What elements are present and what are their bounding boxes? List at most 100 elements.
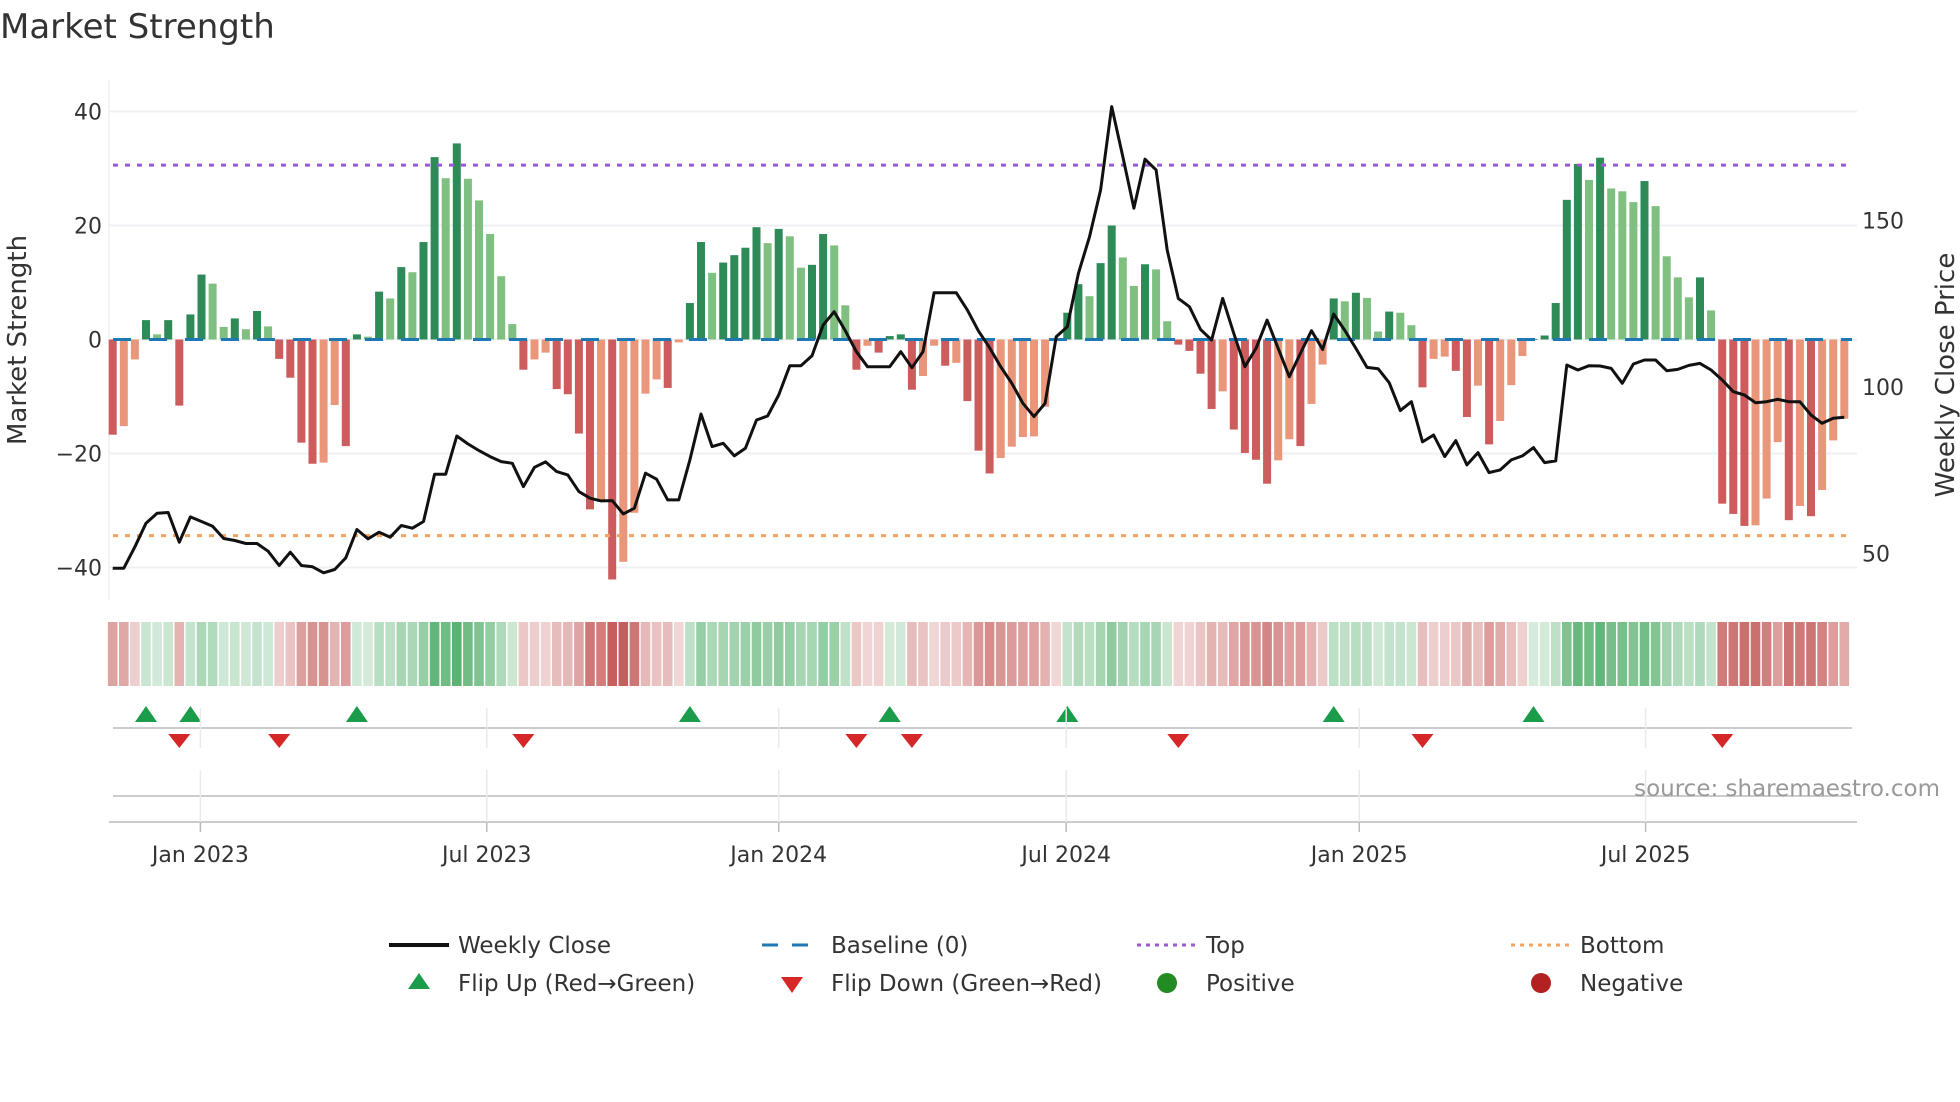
strength-strip-cell xyxy=(1473,622,1483,686)
strength-strip-cell xyxy=(1817,622,1827,686)
strength-bar xyxy=(1629,202,1638,340)
strength-strip-cell xyxy=(918,622,928,686)
flip-up-marker xyxy=(878,706,901,722)
strength-bar xyxy=(1462,339,1471,418)
strength-bar xyxy=(1729,339,1738,514)
flip-down-marker xyxy=(1411,734,1434,748)
strength-bar xyxy=(1518,339,1527,357)
flip-down-marker xyxy=(268,734,291,748)
strength-bar xyxy=(619,339,628,562)
strength-bar xyxy=(796,267,805,340)
strength-strip-cell xyxy=(352,622,362,686)
strength-strip-cell xyxy=(1417,622,1428,686)
strength-bar xyxy=(286,339,295,378)
strength-strip-cell xyxy=(1728,622,1739,686)
legend-label: Flip Down (Green→Red) xyxy=(831,971,1102,997)
y-tick-label: 40 xyxy=(74,101,102,126)
strength-bar xyxy=(186,314,195,340)
x-tick-label: Jan 2024 xyxy=(728,843,827,868)
strength-bar xyxy=(1196,339,1205,374)
strength-strip-cell xyxy=(163,622,173,686)
y2-tick-label: 150 xyxy=(1862,210,1904,235)
strength-strip-cell xyxy=(1229,622,1239,686)
strength-bar xyxy=(952,339,961,363)
strength-strip-cell xyxy=(107,622,118,686)
strength-strip-cell xyxy=(1739,622,1750,686)
strength-bar xyxy=(985,339,994,474)
strength-bar xyxy=(663,339,672,388)
strength-bar xyxy=(541,339,550,353)
strength-bar xyxy=(1285,339,1294,440)
circle-icon xyxy=(1157,973,1177,993)
strength-bar xyxy=(1662,256,1671,340)
strength-bar xyxy=(1030,339,1038,437)
strength-bar xyxy=(519,339,528,370)
flip-up-marker xyxy=(1056,706,1079,722)
strength-bar xyxy=(1263,339,1272,484)
strength-strip-cell xyxy=(973,622,984,686)
strength-strip-cell xyxy=(174,622,185,686)
strength-strip-cell xyxy=(485,622,495,686)
strength-strip-cell xyxy=(452,622,462,686)
strength-bar xyxy=(1496,339,1505,422)
strength-strip-cell xyxy=(1140,622,1150,686)
strength-bar xyxy=(452,143,461,340)
strength-strip-cell xyxy=(718,622,728,686)
strength-strip-cell xyxy=(1029,622,1039,686)
strength-strip-cell xyxy=(551,622,562,686)
strength-bar xyxy=(608,339,617,580)
strength-strip-cell xyxy=(1351,622,1361,686)
strength-bar xyxy=(419,242,428,340)
strength-bar xyxy=(808,264,816,340)
strength-bar xyxy=(1185,339,1194,351)
strength-strip-cell xyxy=(474,622,484,686)
strength-bar xyxy=(497,276,506,340)
strength-strip-cell xyxy=(1573,622,1583,686)
strength-bar xyxy=(963,339,972,402)
strength-bar xyxy=(130,339,139,360)
strength-strip-cell xyxy=(1639,622,1650,686)
strength-strip-cell xyxy=(696,622,706,686)
strength-strip-cell xyxy=(1562,622,1572,686)
strength-strip-cell xyxy=(1007,622,1017,686)
strength-bar xyxy=(164,320,173,340)
strength-bar xyxy=(1618,191,1627,340)
strength-bar xyxy=(1773,339,1782,443)
strength-strip-cell xyxy=(296,622,307,686)
strength-bar xyxy=(1673,277,1682,340)
strength-strip-cell xyxy=(1784,622,1794,686)
flip-up-marker xyxy=(1522,706,1545,722)
strength-bar xyxy=(1396,312,1405,340)
strength-bar xyxy=(1385,311,1394,340)
strength-strip-cell xyxy=(130,622,140,686)
strength-strip-cell xyxy=(1761,622,1772,686)
strength-strip-cell xyxy=(1051,622,1061,686)
strength-strip-cell xyxy=(1495,622,1505,686)
legend-label: Baseline (0) xyxy=(831,933,968,959)
strength-strip-cell xyxy=(141,622,151,686)
strength-bar xyxy=(752,227,761,340)
strength-bar xyxy=(142,320,150,340)
flip-up-marker xyxy=(345,706,368,722)
strength-strip-cell xyxy=(1539,622,1550,686)
strength-strip-cell xyxy=(1240,622,1250,686)
strength-bar xyxy=(552,339,561,390)
strength-bar xyxy=(719,262,728,340)
strength-strip-cell xyxy=(1151,622,1161,686)
strength-bar xyxy=(1651,206,1660,340)
strength-strip-cell xyxy=(1684,622,1694,686)
strength-bar xyxy=(652,339,661,380)
strength-bar xyxy=(1307,339,1316,404)
strength-bar xyxy=(1696,277,1704,340)
strength-bar xyxy=(830,245,839,340)
strength-strip-cell xyxy=(374,622,384,686)
strength-strip-cell xyxy=(1750,622,1761,686)
strength-bar xyxy=(1795,339,1804,506)
strength-bar xyxy=(574,339,583,434)
legend-item-dot-neg: Negative xyxy=(1531,971,1683,997)
strength-strip-cell xyxy=(1306,622,1317,686)
strength-strip-cell xyxy=(1018,622,1028,686)
strength-bar xyxy=(230,318,239,340)
strength-strip-cell xyxy=(1484,622,1494,686)
strength-bar xyxy=(708,272,717,340)
